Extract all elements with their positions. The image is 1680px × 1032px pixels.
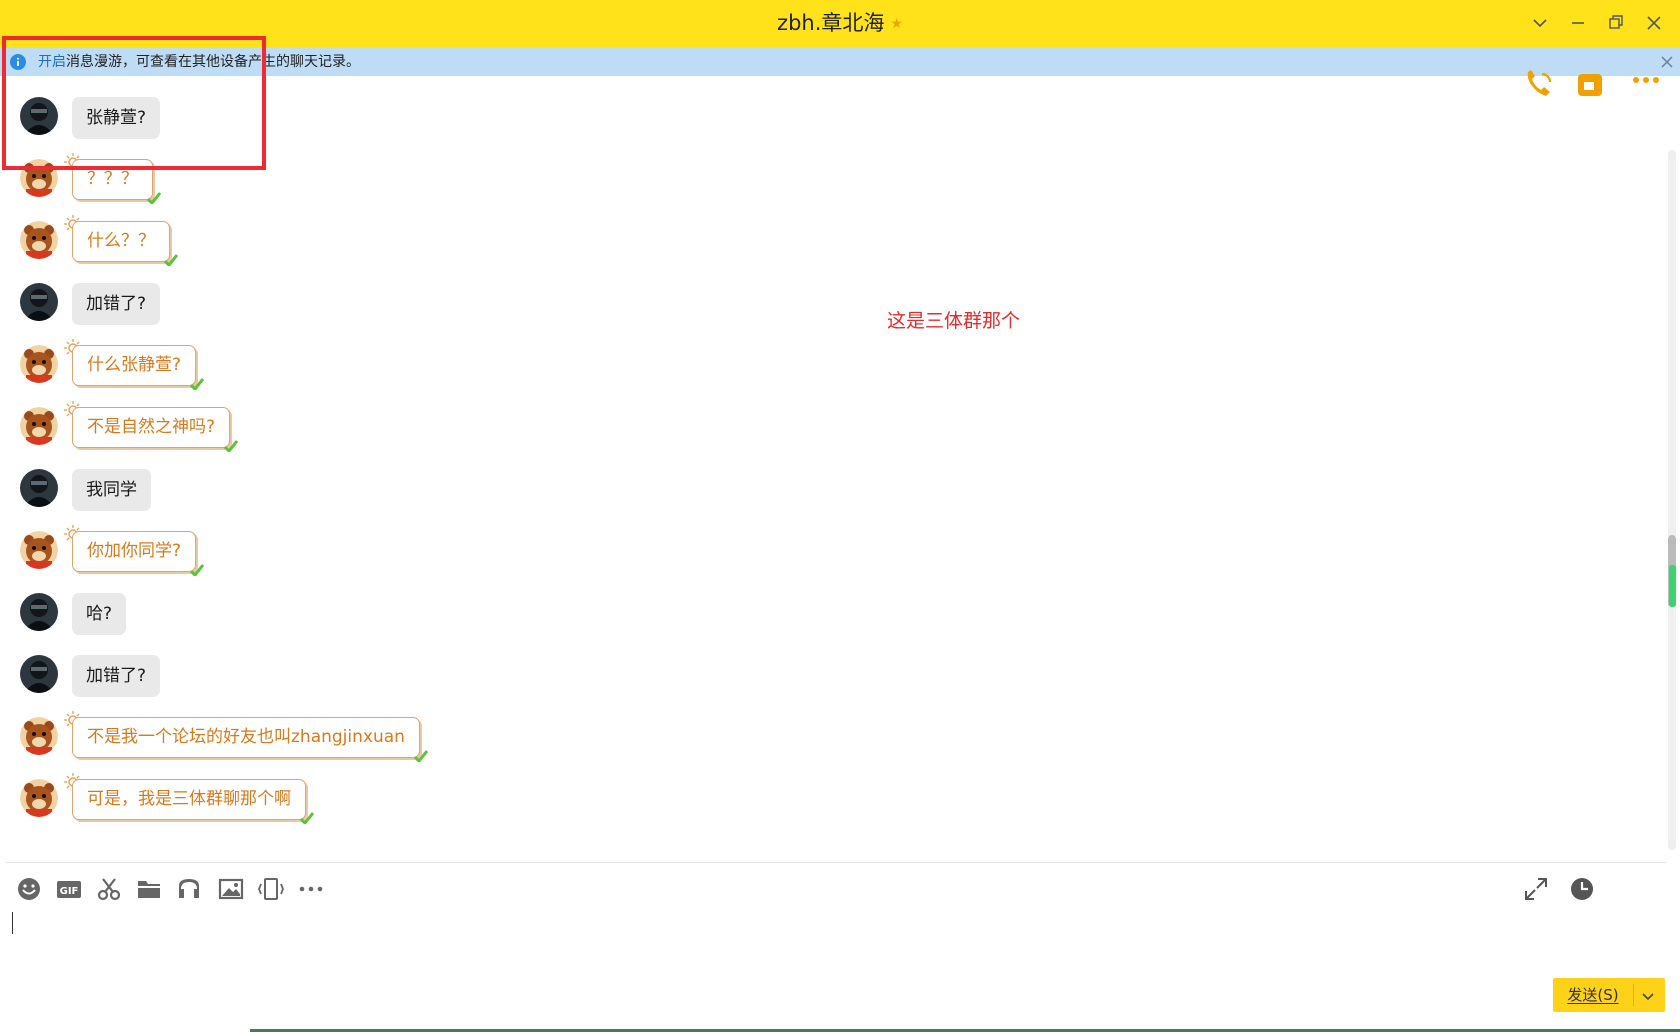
message-row: 什么？？	[20, 215, 720, 277]
scroll-position-indicator	[1669, 565, 1676, 607]
my-avatar[interactable]	[20, 779, 58, 817]
chevron-down-icon[interactable]	[1640, 988, 1656, 1004]
contact-avatar[interactable]	[20, 469, 58, 507]
more-icon[interactable]	[298, 876, 324, 902]
video-call-icon[interactable]	[1576, 70, 1610, 100]
read-check-icon	[147, 192, 161, 204]
contact-message-bubble[interactable]: 哈?	[72, 593, 127, 635]
send-label[interactable]: 发送(S)	[1553, 978, 1633, 1012]
message-input-caret[interactable]	[12, 912, 13, 934]
shake-icon[interactable]	[258, 876, 284, 902]
read-check-icon	[414, 750, 428, 762]
read-check-icon	[224, 440, 238, 452]
svg-text:GIF: GIF	[60, 886, 79, 897]
image-icon[interactable]	[218, 876, 244, 902]
contact-avatar[interactable]	[20, 283, 58, 321]
send-divider	[1633, 984, 1634, 1006]
my-avatar[interactable]	[20, 407, 58, 445]
message-row: 我同学	[20, 469, 720, 525]
read-check-icon	[190, 378, 204, 390]
chevron-down-icon[interactable]	[1525, 8, 1555, 38]
my-message-bubble[interactable]: 你加你同学?	[72, 531, 197, 572]
read-check-icon	[190, 564, 204, 576]
expand-icon[interactable]	[1523, 876, 1549, 902]
contact-avatar[interactable]	[20, 655, 58, 693]
red-highlight-box	[2, 36, 266, 170]
scissors-icon[interactable]	[96, 876, 122, 902]
contact-message-bubble[interactable]: 加错了?	[72, 283, 161, 325]
red-annotation-text: 这是三体群那个	[887, 310, 1021, 332]
close-button[interactable]	[1639, 8, 1669, 38]
message-row: 加错了?	[20, 655, 720, 711]
contact-name: zbh.章北海	[777, 11, 885, 35]
emoji-icon[interactable]	[16, 876, 42, 902]
minimize-button[interactable]	[1563, 8, 1593, 38]
message-row: 哈?	[20, 593, 720, 649]
my-message-bubble[interactable]: 不是自然之神吗?	[72, 407, 231, 448]
message-row: 不是自然之神吗?	[20, 401, 720, 463]
my-avatar[interactable]	[20, 221, 58, 259]
history-icon[interactable]	[1569, 876, 1595, 902]
contact-message-bubble[interactable]: 我同学	[72, 469, 151, 511]
close-icon[interactable]	[1658, 53, 1676, 71]
my-message-bubble[interactable]: 什么？？	[72, 221, 170, 262]
my-message-bubble[interactable]: 什么张静萱?	[72, 345, 197, 386]
message-row: 加错了?	[20, 283, 720, 339]
voice-call-icon[interactable]	[1522, 70, 1556, 100]
input-separator	[6, 862, 1666, 863]
vip-badge-icon: ★	[890, 16, 903, 32]
scrollbar-track[interactable]	[1668, 150, 1676, 850]
music-icon[interactable]	[176, 876, 202, 902]
more-options-icon[interactable]	[1630, 70, 1664, 100]
contact-avatar[interactable]	[20, 593, 58, 631]
read-check-icon	[164, 254, 178, 266]
my-message-bubble[interactable]: 可是，我是三体群聊那个啊	[72, 779, 306, 820]
my-avatar[interactable]	[20, 717, 58, 755]
folder-icon[interactable]	[136, 876, 162, 902]
message-row: 什么张静萱?	[20, 339, 720, 401]
send-button[interactable]: 发送(S)	[1553, 978, 1665, 1012]
restore-button[interactable]	[1601, 8, 1631, 38]
gif-icon[interactable]: GIF	[56, 876, 82, 902]
my-message-bubble[interactable]: 不是我一个论坛的好友也叫zhangjinxuan	[72, 717, 420, 758]
message-row: 不是我一个论坛的好友也叫zhangjinxuan	[20, 711, 720, 773]
message-row: 你加你同学?	[20, 525, 720, 587]
read-check-icon	[300, 812, 314, 824]
message-row: 可是，我是三体群聊那个啊	[20, 773, 720, 835]
contact-message-bubble[interactable]: 加错了?	[72, 655, 161, 697]
my-avatar[interactable]	[20, 345, 58, 383]
my-avatar[interactable]	[20, 531, 58, 569]
